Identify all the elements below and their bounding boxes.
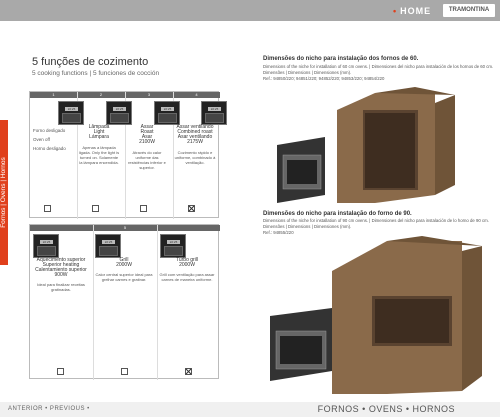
top-heat-icon xyxy=(57,368,64,375)
oven-image: 22:25 xyxy=(160,234,186,258)
footer-section-title: FORNOS • OVENS • HORNOS xyxy=(317,404,455,414)
function-desc: Através do calor uniforme das resistênci… xyxy=(128,150,166,170)
oven-window xyxy=(287,160,317,184)
niche-90-diagram xyxy=(270,236,482,394)
niche-60-dimensions: Dimensões | Dimensions | Dimensiones (mm… xyxy=(263,70,352,75)
turbo-grill-icon xyxy=(185,368,192,375)
top-bar: • HOME TRAMONTINA xyxy=(0,0,500,21)
oven-window xyxy=(280,336,322,364)
niche-60-subtitle: Dimensions of the niche for installation… xyxy=(263,64,494,69)
oven-image: 22:25 xyxy=(95,234,121,258)
niche-interior xyxy=(375,299,449,343)
oven-image: 22:25 xyxy=(154,101,180,125)
niche-90-title: Dimensões do nicho para instalação do fo… xyxy=(263,211,412,217)
function-name: Grill 2000W xyxy=(116,257,132,268)
off-icon xyxy=(44,205,51,212)
fan-roast-icon xyxy=(188,205,195,212)
niche-90-subtitle: Dimensions of the niche for installation… xyxy=(263,218,489,223)
side-tab: Fornos | Ovens | Hornos xyxy=(0,120,8,265)
niche-60-ref: Ref.: 94850/220; 94851/220; 94852/220; 9… xyxy=(263,76,385,81)
oven-image: 22:25 xyxy=(201,101,227,125)
function-desc: Ideal para finalizar receitas gratinadas… xyxy=(37,282,85,292)
function-desc: Calor central superior ideal para grelha… xyxy=(95,272,153,282)
oven-image: 22:25 xyxy=(106,101,132,125)
function-desc: Grill com ventilação para assar carnes d… xyxy=(159,272,215,282)
home-link[interactable]: • HOME xyxy=(393,6,431,16)
function-desc: Cozimento rápido e uniforme, combinado à… xyxy=(174,150,216,165)
function-name: Turbo grill 2000W xyxy=(175,257,199,268)
niche-interior xyxy=(365,113,415,188)
oven-image: 22:25 xyxy=(33,234,59,258)
row-label: Forno desligado xyxy=(33,128,66,133)
niche-60-diagram xyxy=(277,87,455,203)
function-name: Assar Roast Asar 2100W xyxy=(139,124,155,145)
oven-image: 22:25 xyxy=(58,101,84,125)
previous-link[interactable]: ANTERIOR • PREVIOUS • xyxy=(8,406,90,412)
roast-icon xyxy=(140,205,147,212)
function-name: Aquecimento superior Superior heating Cale… xyxy=(35,257,87,278)
function-name: Assar ventilando Combined roast Asar venti… xyxy=(176,124,214,145)
niche-90-dimensions: Dimensões | Dimensions | Dimensiones (mm… xyxy=(263,224,352,229)
brand-logo: TRAMONTINA xyxy=(443,4,495,17)
function-name: Lâmpada Light Lámpara xyxy=(88,124,110,140)
row-label: Oven off xyxy=(33,137,50,142)
page-subtitle: 5 cooking functions | 5 funciones de coc… xyxy=(32,70,160,77)
function-desc: Apenas a lâmpada ligada. Only the light … xyxy=(78,145,120,165)
grill-icon xyxy=(121,368,128,375)
page-title: 5 funções de cozimento xyxy=(32,56,149,68)
row-label: Horno desligado xyxy=(33,146,66,151)
footer: ANTERIOR • PREVIOUS • FORNOS • OVENS • H… xyxy=(0,402,500,417)
niche-90-ref: Ref.: 94855/220 xyxy=(263,230,294,235)
niche-60-title: Dimensões do nicho para instalação dos f… xyxy=(263,56,419,62)
light-icon xyxy=(92,205,99,212)
